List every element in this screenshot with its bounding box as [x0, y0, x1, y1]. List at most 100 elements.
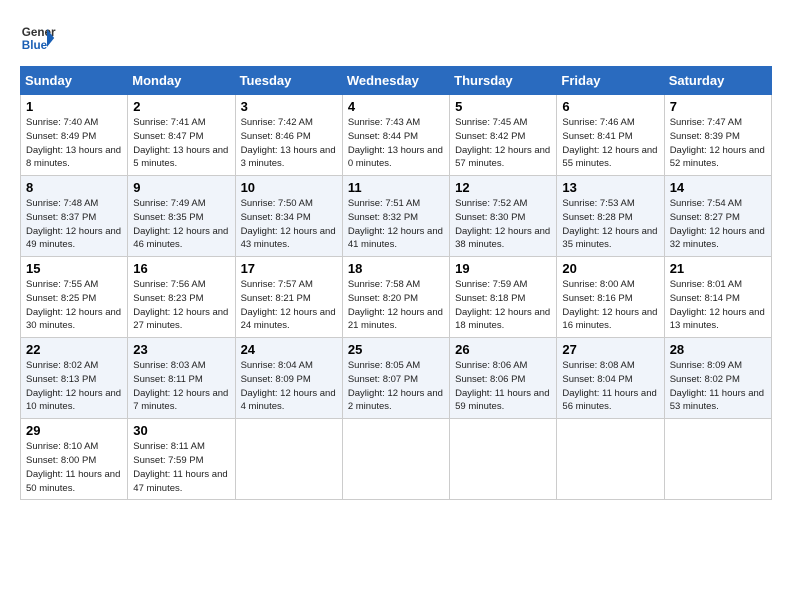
calendar-week-row: 8 Sunrise: 7:48 AMSunset: 8:37 PMDaylight…	[21, 176, 772, 257]
day-info: Sunrise: 7:56 AMSunset: 8:23 PMDaylight:…	[133, 278, 229, 333]
calendar-day-cell: 26 Sunrise: 8:06 AMSunset: 8:06 PMDayligh…	[450, 338, 557, 419]
day-number: 5	[455, 99, 551, 114]
day-info: Sunrise: 8:00 AMSunset: 8:16 PMDaylight:…	[562, 278, 658, 333]
day-info: Sunrise: 7:49 AMSunset: 8:35 PMDaylight:…	[133, 197, 229, 252]
day-info: Sunrise: 7:48 AMSunset: 8:37 PMDaylight:…	[26, 197, 122, 252]
day-number: 14	[670, 180, 766, 195]
calendar-day-cell: 17 Sunrise: 7:57 AMSunset: 8:21 PMDayligh…	[235, 257, 342, 338]
day-info: Sunrise: 8:03 AMSunset: 8:11 PMDaylight:…	[133, 359, 229, 414]
day-number: 29	[26, 423, 122, 438]
calendar-day-cell: 30Sunrise: 8:11 AMSunset: 7:59 PMDayligh…	[128, 419, 235, 500]
day-number: 17	[241, 261, 337, 276]
day-info: Sunrise: 7:53 AMSunset: 8:28 PMDaylight:…	[562, 197, 658, 252]
weekday-header: Wednesday	[342, 67, 449, 95]
calendar-day-cell: 14 Sunrise: 7:54 AMSunset: 8:27 PMDayligh…	[664, 176, 771, 257]
day-info: Sunrise: 7:59 AMSunset: 8:18 PMDaylight:…	[455, 278, 551, 333]
calendar-day-cell: 7 Sunrise: 7:47 AMSunset: 8:39 PMDaylight…	[664, 95, 771, 176]
empty-cell	[557, 419, 664, 500]
day-number: 8	[26, 180, 122, 195]
calendar-day-cell: 18 Sunrise: 7:58 AMSunset: 8:20 PMDayligh…	[342, 257, 449, 338]
calendar-week-row: 1 Sunrise: 7:40 AMSunset: 8:49 PMDaylight…	[21, 95, 772, 176]
day-info: Sunrise: 7:43 AMSunset: 8:44 PMDaylight:…	[348, 116, 444, 171]
day-info: Sunrise: 8:11 AMSunset: 7:59 PMDaylight:…	[133, 440, 229, 495]
calendar-day-cell: 6 Sunrise: 7:46 AMSunset: 8:41 PMDaylight…	[557, 95, 664, 176]
day-number: 21	[670, 261, 766, 276]
day-info: Sunrise: 8:05 AMSunset: 8:07 PMDaylight:…	[348, 359, 444, 414]
day-number: 9	[133, 180, 229, 195]
svg-text:Blue: Blue	[22, 39, 48, 52]
day-number: 1	[26, 99, 122, 114]
day-info: Sunrise: 8:04 AMSunset: 8:09 PMDaylight:…	[241, 359, 337, 414]
day-info: Sunrise: 7:52 AMSunset: 8:30 PMDaylight:…	[455, 197, 551, 252]
calendar-day-cell: 12 Sunrise: 7:52 AMSunset: 8:30 PMDayligh…	[450, 176, 557, 257]
day-info: Sunrise: 8:06 AMSunset: 8:06 PMDaylight:…	[455, 359, 551, 414]
day-number: 7	[670, 99, 766, 114]
calendar-day-cell: 29 Sunrise: 8:10 AMSunset: 8:00 PMDayligh…	[21, 419, 128, 500]
day-number: 26	[455, 342, 551, 357]
day-info: Sunrise: 7:40 AMSunset: 8:49 PMDaylight:…	[26, 116, 122, 171]
calendar-day-cell: 16 Sunrise: 7:56 AMSunset: 8:23 PMDayligh…	[128, 257, 235, 338]
day-number: 15	[26, 261, 122, 276]
empty-cell	[342, 419, 449, 500]
day-number: 22	[26, 342, 122, 357]
calendar-day-cell: 27 Sunrise: 8:08 AMSunset: 8:04 PMDayligh…	[557, 338, 664, 419]
calendar-day-cell: 2 Sunrise: 7:41 AMSunset: 8:47 PMDaylight…	[128, 95, 235, 176]
day-number: 27	[562, 342, 658, 357]
calendar-day-cell: 19 Sunrise: 7:59 AMSunset: 8:18 PMDayligh…	[450, 257, 557, 338]
calendar-day-cell: 25 Sunrise: 8:05 AMSunset: 8:07 PMDayligh…	[342, 338, 449, 419]
weekday-header: Thursday	[450, 67, 557, 95]
day-info: Sunrise: 8:08 AMSunset: 8:04 PMDaylight:…	[562, 359, 658, 414]
empty-cell	[450, 419, 557, 500]
day-info: Sunrise: 7:54 AMSunset: 8:27 PMDaylight:…	[670, 197, 766, 252]
day-number: 13	[562, 180, 658, 195]
day-info: Sunrise: 7:46 AMSunset: 8:41 PMDaylight:…	[562, 116, 658, 171]
day-number: 3	[241, 99, 337, 114]
weekday-header: Saturday	[664, 67, 771, 95]
day-number: 18	[348, 261, 444, 276]
day-info: Sunrise: 8:10 AMSunset: 8:00 PMDaylight:…	[26, 440, 122, 495]
calendar-day-cell: 24 Sunrise: 8:04 AMSunset: 8:09 PMDayligh…	[235, 338, 342, 419]
calendar-day-cell: 10 Sunrise: 7:50 AMSunset: 8:34 PMDayligh…	[235, 176, 342, 257]
calendar-day-cell: 1 Sunrise: 7:40 AMSunset: 8:49 PMDaylight…	[21, 95, 128, 176]
calendar-week-row: 22 Sunrise: 8:02 AMSunset: 8:13 PMDayligh…	[21, 338, 772, 419]
calendar-day-cell: 15 Sunrise: 7:55 AMSunset: 8:25 PMDayligh…	[21, 257, 128, 338]
day-info: Sunrise: 7:47 AMSunset: 8:39 PMDaylight:…	[670, 116, 766, 171]
day-info: Sunrise: 7:42 AMSunset: 8:46 PMDaylight:…	[241, 116, 337, 171]
day-info: Sunrise: 7:58 AMSunset: 8:20 PMDaylight:…	[348, 278, 444, 333]
day-number: 23	[133, 342, 229, 357]
day-number: 20	[562, 261, 658, 276]
weekday-header: Monday	[128, 67, 235, 95]
day-number: 19	[455, 261, 551, 276]
calendar-week-row: 29 Sunrise: 8:10 AMSunset: 8:00 PMDayligh…	[21, 419, 772, 500]
day-number: 4	[348, 99, 444, 114]
calendar-table: SundayMondayTuesdayWednesdayThursdayFrid…	[20, 66, 772, 500]
day-number: 25	[348, 342, 444, 357]
day-info: Sunrise: 8:02 AMSunset: 8:13 PMDaylight:…	[26, 359, 122, 414]
empty-cell	[664, 419, 771, 500]
day-number: 11	[348, 180, 444, 195]
weekday-header: Tuesday	[235, 67, 342, 95]
weekday-header-row: SundayMondayTuesdayWednesdayThursdayFrid…	[21, 67, 772, 95]
day-info: Sunrise: 8:09 AMSunset: 8:02 PMDaylight:…	[670, 359, 766, 414]
calendar-week-row: 15 Sunrise: 7:55 AMSunset: 8:25 PMDayligh…	[21, 257, 772, 338]
day-info: Sunrise: 7:45 AMSunset: 8:42 PMDaylight:…	[455, 116, 551, 171]
day-number: 12	[455, 180, 551, 195]
page-header: General Blue	[20, 20, 772, 56]
calendar-day-cell: 5 Sunrise: 7:45 AMSunset: 8:42 PMDaylight…	[450, 95, 557, 176]
day-info: Sunrise: 7:57 AMSunset: 8:21 PMDaylight:…	[241, 278, 337, 333]
day-info: Sunrise: 7:51 AMSunset: 8:32 PMDaylight:…	[348, 197, 444, 252]
empty-cell	[235, 419, 342, 500]
day-info: Sunrise: 8:01 AMSunset: 8:14 PMDaylight:…	[670, 278, 766, 333]
weekday-header: Sunday	[21, 67, 128, 95]
day-number: 24	[241, 342, 337, 357]
day-number: 28	[670, 342, 766, 357]
day-number: 2	[133, 99, 229, 114]
day-number: 10	[241, 180, 337, 195]
day-number: 6	[562, 99, 658, 114]
logo: General Blue	[20, 20, 56, 56]
day-info: Sunrise: 7:50 AMSunset: 8:34 PMDaylight:…	[241, 197, 337, 252]
day-info: Sunrise: 7:55 AMSunset: 8:25 PMDaylight:…	[26, 278, 122, 333]
day-info: Sunrise: 7:41 AMSunset: 8:47 PMDaylight:…	[133, 116, 229, 171]
day-number: 16	[133, 261, 229, 276]
calendar-day-cell: 22 Sunrise: 8:02 AMSunset: 8:13 PMDayligh…	[21, 338, 128, 419]
